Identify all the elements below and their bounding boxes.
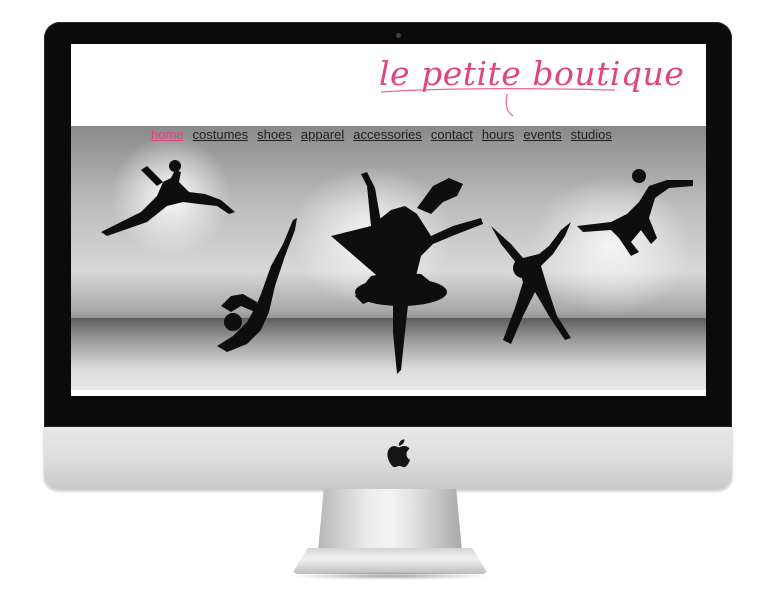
monitor-stand-foot — [292, 548, 488, 574]
nav-item-studios[interactable]: studios — [571, 126, 612, 144]
nav-item-events[interactable]: events — [523, 126, 561, 144]
stand-shadow — [290, 572, 490, 580]
camera-icon — [396, 33, 401, 38]
website-screen: le petite boutique home costumes shoes a… — [71, 44, 706, 396]
main-nav: home costumes shoes apparel accessories … — [151, 126, 612, 144]
nav-item-shoes[interactable]: shoes — [257, 126, 292, 144]
nav-item-apparel[interactable]: apparel — [301, 126, 344, 144]
nav-item-hours[interactable]: hours — [482, 126, 515, 144]
nav-item-home[interactable]: home — [151, 126, 184, 144]
apple-icon — [387, 439, 411, 468]
dancers-silhouette-image — [101, 160, 693, 374]
site-logo[interactable]: le petite boutique — [379, 48, 684, 118]
nav-item-contact[interactable]: contact — [431, 126, 473, 144]
imac-mockup: le petite boutique home costumes shoes a… — [0, 0, 780, 600]
nav-item-accessories[interactable]: accessories — [353, 126, 422, 144]
monitor-stand-neck — [318, 489, 462, 551]
screen-bottom-strip — [71, 390, 706, 396]
nav-item-costumes[interactable]: costumes — [193, 126, 249, 144]
logo-swash-icon — [380, 88, 616, 117]
